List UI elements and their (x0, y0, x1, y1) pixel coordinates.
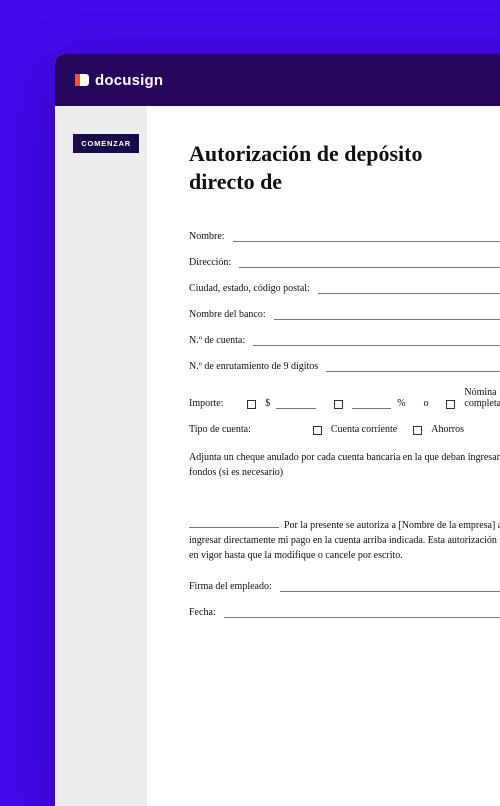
field-address: Dirección: (189, 257, 500, 268)
field-routing-number: N.º de enrutamiento de 9 dígitos (189, 361, 500, 372)
label-employee-signature: Firma del empleado: (189, 581, 272, 592)
label-date: Fecha: (189, 607, 216, 618)
label-or: o (424, 398, 429, 409)
input-address[interactable] (239, 258, 500, 268)
label-address: Dirección: (189, 257, 231, 268)
input-city-state-zip[interactable] (318, 284, 500, 294)
start-button[interactable]: COMENZAR (73, 134, 139, 153)
checkbox-savings[interactable] (413, 426, 422, 435)
brand-logo: docusign (75, 72, 163, 89)
label-account-number: N.º de cuenta: (189, 335, 245, 346)
checkbox-percent[interactable] (334, 400, 343, 409)
label-account-type: Tipo de cuenta: (189, 424, 251, 435)
label-savings: Ahorros (431, 424, 464, 435)
input-percent-amount[interactable] (352, 399, 392, 409)
field-amount: Importe: $ % o Nómina completa (189, 387, 500, 409)
workspace: COMENZAR Autorización de depósito direct… (55, 106, 500, 806)
brand-name: docusign (95, 72, 163, 89)
app-window: docusign COMENZAR Autorización de depósi… (55, 54, 500, 806)
field-city-state-zip: Ciudad, estado, código postal: (189, 283, 500, 294)
docusign-logo-icon (75, 73, 89, 87)
title-line-2: directo de (189, 169, 282, 194)
label-routing-number: N.º de enrutamiento de 9 dígitos (189, 361, 318, 372)
label-city-state-zip: Ciudad, estado, código postal: (189, 283, 310, 294)
checkbox-checking[interactable] (313, 426, 322, 435)
input-date[interactable] (224, 608, 500, 618)
field-account-number: N.º de cuenta: (189, 335, 500, 346)
voided-check-note: Adjunta un cheque anulado por cada cuent… (189, 450, 500, 480)
checkbox-full-payroll[interactable] (446, 400, 455, 409)
input-dollar-amount[interactable] (276, 399, 316, 409)
field-name: Nombre: (189, 231, 500, 242)
input-employee-signature[interactable] (280, 582, 500, 592)
header-bar: docusign (55, 54, 500, 106)
title-line-1: Autorización de depósito (189, 141, 422, 166)
document-title: Autorización de depósito directo de (189, 140, 500, 195)
sidebar: COMENZAR (55, 106, 147, 153)
input-account-number[interactable] (253, 336, 500, 346)
input-auth-blank[interactable] (189, 518, 279, 528)
field-account-type: Tipo de cuenta: Cuenta corriente Ahorros (189, 424, 500, 435)
label-currency: $ (265, 398, 270, 409)
label-percent: % (397, 398, 405, 409)
label-amount: Importe: (189, 398, 223, 409)
label-full-payroll: Nómina completa (464, 387, 500, 409)
input-routing-number[interactable] (326, 362, 500, 372)
field-employee-signature: Firma del empleado: (189, 581, 500, 592)
label-name: Nombre: (189, 231, 225, 242)
field-date: Fecha: (189, 607, 500, 618)
authorization-paragraph: Por la presente se autoriza a [Nombre de… (189, 518, 500, 563)
document-page: Autorización de depósito directo de Nomb… (147, 106, 500, 806)
input-name[interactable] (233, 232, 500, 242)
label-bank-name: Nombre del banco: (189, 309, 266, 320)
field-bank-name: Nombre del banco: (189, 309, 500, 320)
checkbox-dollar[interactable] (247, 400, 256, 409)
label-checking: Cuenta corriente (331, 424, 397, 435)
input-bank-name[interactable] (274, 310, 500, 320)
